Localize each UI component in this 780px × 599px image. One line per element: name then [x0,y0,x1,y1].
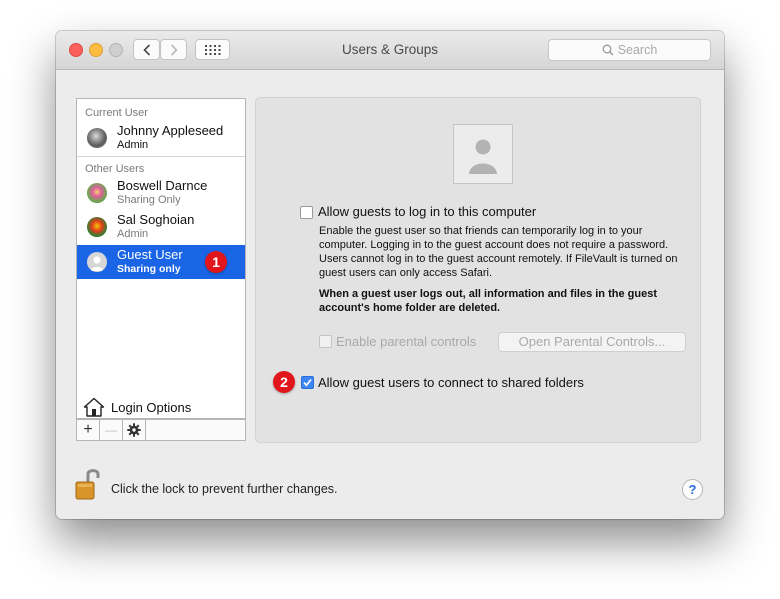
login-options-label: Login Options [111,399,192,415]
forward-button[interactable] [160,39,187,60]
lock-button[interactable] [75,467,101,506]
help-button[interactable]: ? [682,479,703,500]
avatar [87,128,107,148]
remove-user-button[interactable]: — [99,419,122,441]
guest-warning: When a guest user logs out, all informat… [319,288,657,314]
callout-badge-1: 1 [205,251,227,273]
toolbar-spacer [145,419,246,441]
other-users-header: Other Users [85,163,145,175]
grid-icon [204,44,220,55]
divider [77,156,245,157]
guest-description: Enable the guest user so that friends ca… [319,225,678,279]
back-button[interactable] [133,39,160,60]
user-name: Guest User [117,247,183,262]
chevron-left-icon [142,43,150,56]
title-bar: Users & Groups Search [56,31,724,70]
user-row-sal-soghoian[interactable]: Sal Soghoian Admin [77,210,245,244]
show-all-button[interactable] [195,39,230,60]
allow-guest-login-checkbox[interactable] [300,206,313,219]
search-icon [602,44,614,56]
user-role: Sharing only [117,263,181,275]
avatar [87,217,107,237]
user-name: Boswell Darnce [117,178,208,193]
shared-folders-label: Allow guest users to connect to shared f… [318,375,584,390]
lock-message: Click the lock to prevent further change… [111,482,338,496]
guest-settings-panel: Allow guests to log in to this computer … [255,97,701,443]
open-parental-controls-button[interactable]: Open Parental Controls... [498,332,686,352]
gear-icon [127,423,141,437]
search-field[interactable]: Search [548,39,711,61]
minimize-button[interactable] [89,43,103,57]
person-silhouette-icon [469,139,497,174]
search-placeholder: Search [617,43,658,57]
allow-guest-login-label: Allow guests to log in to this computer [318,204,537,219]
user-role: Admin [117,228,149,240]
user-row-johnny-appleseed[interactable]: Johnny Appleseed Admin [77,121,245,155]
callout-badge-2: 2 [273,371,295,393]
user-list-toolbar: + — [76,419,246,441]
unlocked-padlock-icon [75,469,100,500]
close-button[interactable] [69,43,83,57]
user-name: Johnny Appleseed [117,123,224,138]
current-user-header: Current User [85,107,148,119]
login-options-item[interactable]: Login Options [83,396,191,418]
person-icon [90,256,104,271]
user-role: Admin [117,139,149,151]
users-groups-window: Users & Groups Search Current User Johnn… [56,31,724,519]
user-role: Sharing Only [117,194,181,206]
zoom-button[interactable] [109,43,123,57]
guest-avatar [87,252,107,272]
chevron-right-icon [170,43,178,56]
house-icon [83,397,105,417]
shared-folders-checkbox[interactable] [301,376,314,389]
avatar [87,183,107,203]
user-name: Sal Soghoian [117,212,195,227]
parental-controls-checkbox[interactable] [319,335,332,348]
guest-picture [453,124,513,184]
user-row-boswell-darnce[interactable]: Boswell Darnce Sharing Only [77,176,245,210]
checkmark-icon [303,378,312,387]
action-menu-button[interactable] [122,419,145,441]
add-user-button[interactable]: + [76,419,99,441]
parental-controls-label: Enable parental controls [336,334,477,349]
